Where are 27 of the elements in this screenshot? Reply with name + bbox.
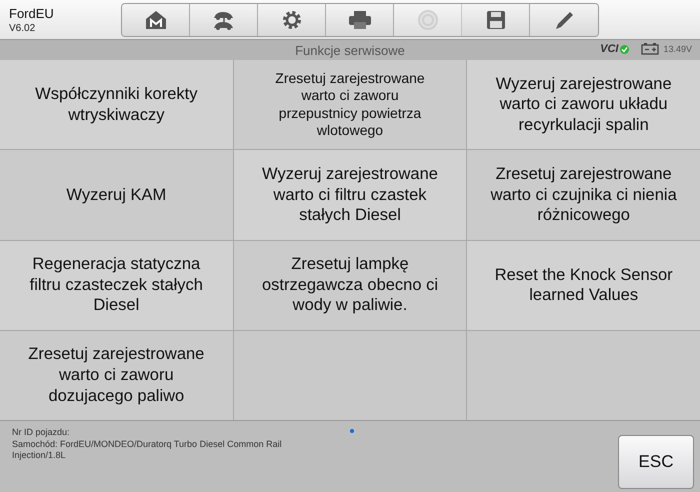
function-button[interactable]: Wyzeruj zarejestrowane warto ci zaworu układu recyrkulacji spalin xyxy=(467,60,700,150)
printer-icon xyxy=(346,8,372,30)
page-indicator-dot xyxy=(350,429,354,433)
function-button[interactable]: Zresetuj lampkę ostrzegawcza obecno ci wody w paliwie. xyxy=(234,240,466,330)
toolbar-button[interactable] xyxy=(326,4,394,36)
battery-icon xyxy=(641,43,660,55)
function-button[interactable]: Reset the Knock Sensor learned Values xyxy=(467,240,700,330)
toolbar-button[interactable] xyxy=(190,4,258,36)
function-button[interactable]: Współczynniki korekty wtryskiwaczy xyxy=(0,60,233,150)
esc-button[interactable]: ESC xyxy=(618,435,694,489)
vehicle-id-label: Nr ID pojazdu: xyxy=(12,427,71,437)
page-title: Funkcje serwisowe xyxy=(295,42,405,58)
function-button[interactable]: Zresetuj zarejestrowane warto ci czujnika ci nienia różnicowego xyxy=(467,150,700,240)
toolbar-button[interactable] xyxy=(122,4,190,36)
function-button[interactable]: Wyzeruj KAM xyxy=(0,150,233,240)
function-button[interactable]: Regeneracja statyczna filtru czasteczek stałych Diesel xyxy=(0,240,233,330)
voltage-reading: 13.49V xyxy=(663,44,692,54)
vci-label: VCI xyxy=(600,43,618,55)
function-button[interactable]: Zresetuj zarejestrowane warto ci zaworu dozujacego paliwo xyxy=(0,330,233,420)
function-button[interactable]: Wyzeruj zarejestrowane warto ci filtru czastek stałych Diesel xyxy=(234,150,466,240)
function-button[interactable]: Zresetuj zarejestrowane warto ci zaworu przepustnicy powietrza wlotowego xyxy=(234,60,466,150)
vehicle-info: Samochód: FordEU/MONDEO/Duratorq Turbo Diesel Common Rail Injection/1.8L xyxy=(12,439,283,461)
toolbar-button[interactable] xyxy=(462,4,530,36)
toolbar-button[interactable] xyxy=(530,4,598,36)
toolbar-button[interactable] xyxy=(258,4,326,36)
app-name: FordEU xyxy=(9,6,55,20)
app-version: V6.02 xyxy=(9,22,36,34)
